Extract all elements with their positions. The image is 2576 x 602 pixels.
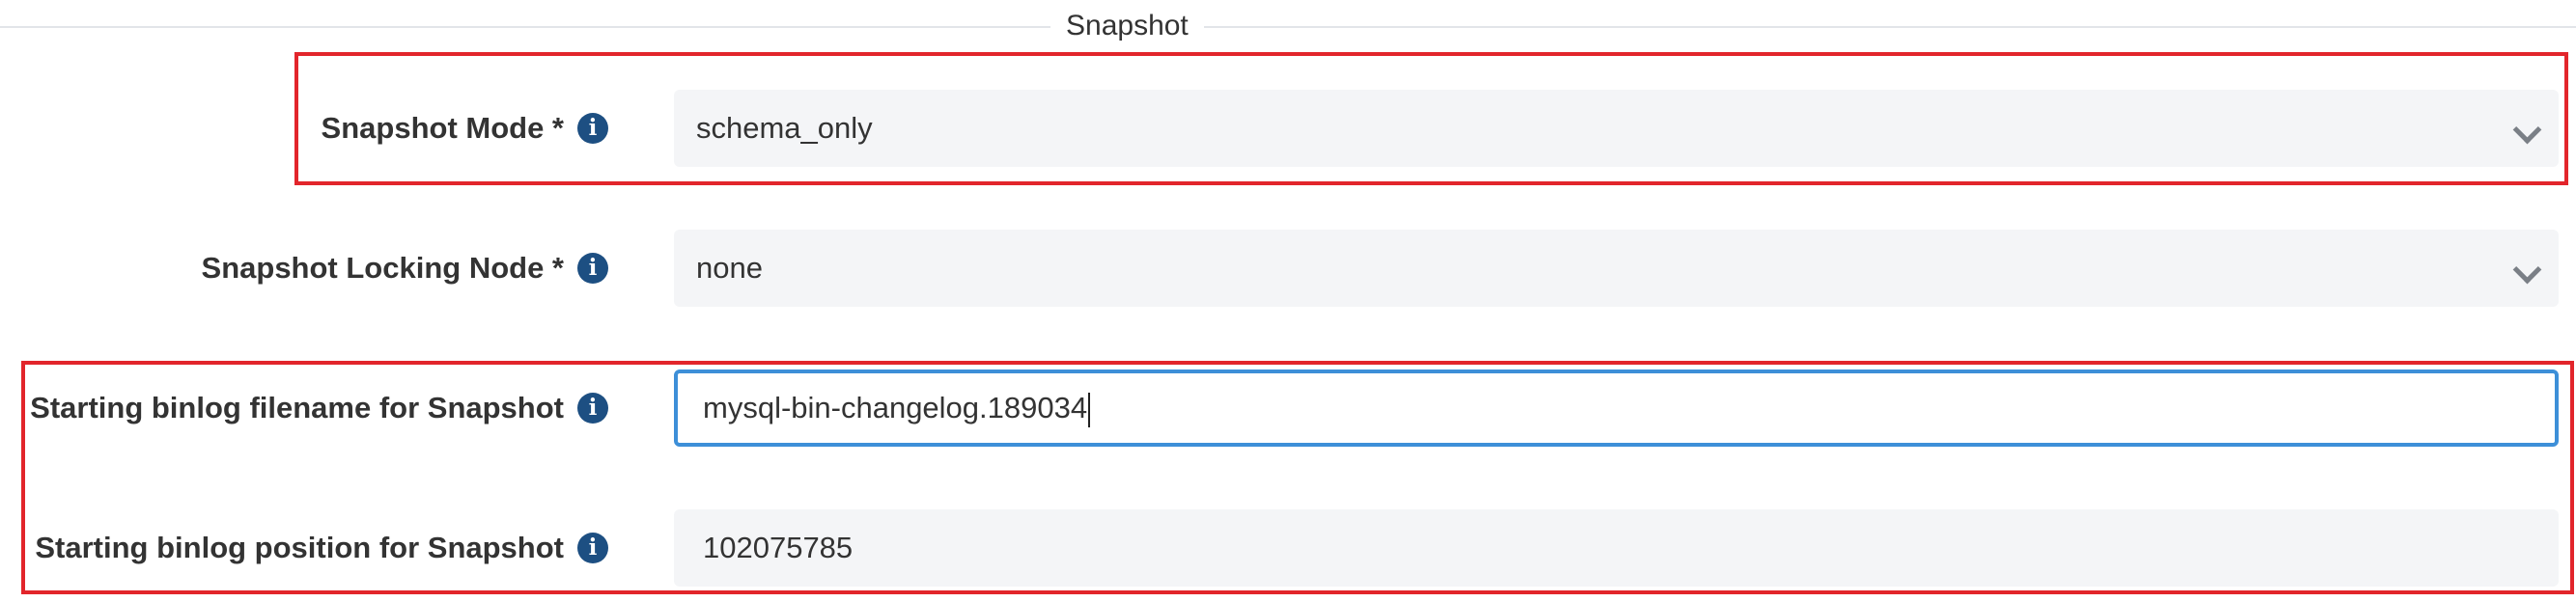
snapshot-locking-node-select[interactable]: none [674,230,2559,307]
binlog-position-value: 102075785 [703,531,854,564]
text-caret [1088,392,1091,427]
snapshot-locking-node-label: Snapshot Locking Node * [201,251,564,285]
binlog-position-input[interactable]: 102075785 [674,509,2559,587]
snapshot-locking-node-row: Snapshot Locking Node * i none [0,230,2576,307]
binlog-filename-label: Starting binlog filename for Snapshot [30,391,564,424]
info-icon[interactable]: i [577,113,608,144]
binlog-position-row: Starting binlog position for Snapshot i … [0,509,2576,587]
binlog-filename-value: mysql-bin-changelog.189034 [703,391,1088,424]
binlog-filename-row: Starting binlog filename for Snapshot i … [0,369,2576,447]
binlog-position-label: Starting binlog position for Snapshot [35,531,564,564]
snapshot-locking-node-value: none [696,251,763,285]
section-title: Snapshot [1050,4,1204,48]
info-icon[interactable]: i [577,533,608,563]
binlog-filename-input[interactable]: mysql-bin-changelog.189034 [674,369,2559,447]
info-icon[interactable]: i [577,253,608,284]
chevron-down-icon [2512,115,2542,145]
section-divider [0,26,2576,28]
snapshot-mode-select[interactable]: schema_only [674,90,2559,167]
info-icon[interactable]: i [577,393,608,424]
chevron-down-icon [2512,255,2542,285]
snapshot-mode-row: Snapshot Mode * i schema_only [0,90,2576,167]
snapshot-mode-label: Snapshot Mode * [321,111,564,145]
snapshot-mode-value: schema_only [696,111,873,145]
